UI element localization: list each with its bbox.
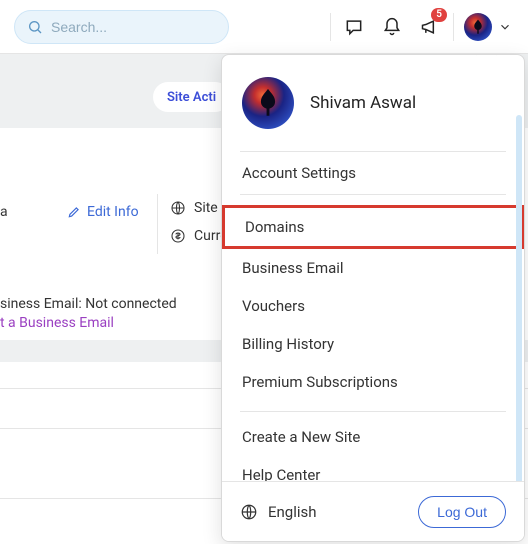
avatar [242,77,294,129]
menu-item-business-email[interactable]: Business Email [222,249,524,287]
menu-item-premium-subscriptions[interactable]: Premium Subscriptions [222,363,524,401]
dollar-icon [170,228,186,244]
globe-icon [240,503,258,521]
search-icon [27,19,43,35]
menu-item-domains[interactable]: Domains [222,205,524,249]
site-actions-pill[interactable]: Site Acti [153,82,230,112]
tree-icon [469,18,487,36]
avatar [464,13,492,41]
bell-button[interactable] [373,0,411,54]
tree-icon [251,86,285,120]
account-menu: Shivam Aswal Account Settings Domains Bu… [221,54,525,542]
separator [330,13,331,41]
edit-info-link[interactable]: Edit Info [67,204,139,220]
site-actions-label: Site Acti [167,90,216,105]
announce-button[interactable]: 5 [411,0,449,54]
language-label: English [268,503,317,521]
menu-header: Shivam Aswal [222,55,524,151]
truncated-text: a [0,204,10,220]
language-selector[interactable]: English [240,503,317,521]
top-bar: 5 [0,0,528,54]
separator [453,13,454,41]
menu-item-account-settings[interactable]: Account Settings [222,152,524,194]
vertical-separator [157,194,158,254]
scrollbar[interactable] [516,115,522,535]
business-email-link[interactable]: t a Business Email [0,315,114,331]
menu-item-billing-history[interactable]: Billing History [222,325,524,363]
search-box[interactable] [14,10,229,44]
top-icons: 5 [326,0,514,54]
pencil-icon [67,205,81,219]
business-email-status: siness Email: Not connected [0,296,177,312]
profile-button[interactable] [458,0,514,54]
globe-icon [170,200,186,216]
logout-button[interactable]: Log Out [418,496,506,528]
chat-button[interactable] [335,0,373,54]
menu-item-create-site[interactable]: Create a New Site [222,418,524,456]
currency-row: Curre [170,228,228,244]
bell-icon [382,17,402,37]
menu-item-vouchers[interactable]: Vouchers [222,287,524,325]
chat-icon [344,17,364,37]
user-name: Shivam Aswal [310,93,416,113]
menu-footer: English Log Out [222,481,524,541]
edit-info-label: Edit Info [87,204,139,220]
notification-badge: 5 [431,8,447,22]
chevron-down-icon [498,20,512,34]
search-input[interactable] [51,19,216,35]
